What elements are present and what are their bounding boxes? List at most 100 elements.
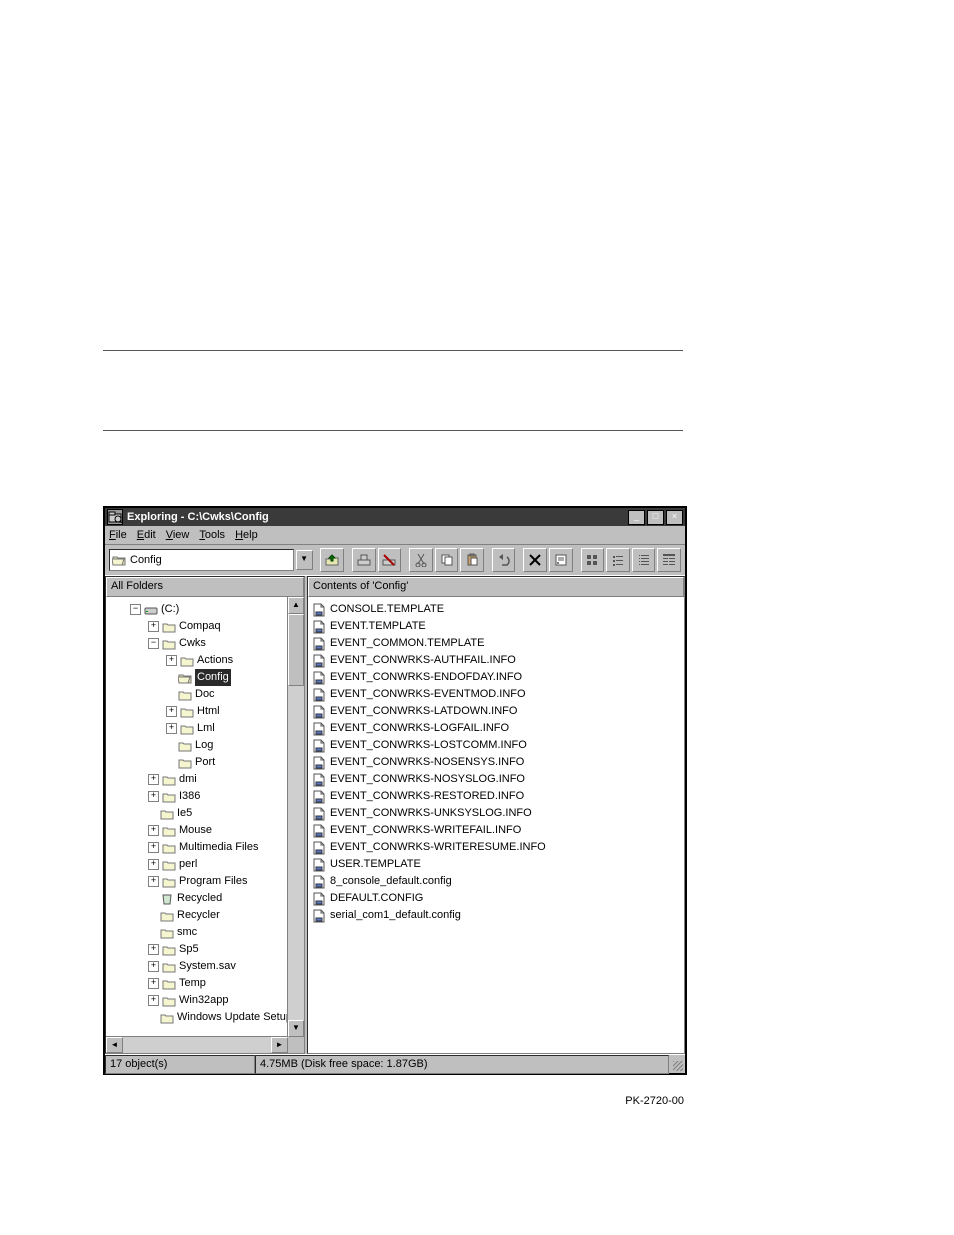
tree-node[interactable]: +Sp5: [110, 941, 302, 958]
file-item[interactable]: EVENT_COMMON.TEMPLATE: [312, 635, 680, 652]
file-item[interactable]: EVENT_CONWRKS-WRITERESUME.INFO: [312, 839, 680, 856]
tree-node[interactable]: Doc: [110, 686, 302, 703]
file-item[interactable]: EVENT_CONWRKS-EVENTMOD.INFO: [312, 686, 680, 703]
collapse-icon[interactable]: −: [130, 604, 141, 615]
large-icons-button[interactable]: [581, 548, 605, 572]
expand-icon[interactable]: +: [148, 961, 159, 972]
address-combo[interactable]: Config: [109, 549, 294, 571]
expand-icon[interactable]: +: [148, 774, 159, 785]
list-view-button[interactable]: [632, 548, 656, 572]
folder-tree[interactable]: − (C:) +Compaq −Cwks + Actions Config Doc…: [106, 597, 304, 1030]
tree-node[interactable]: +System.sav: [110, 958, 302, 975]
file-item[interactable]: serial_com1_default.config: [312, 907, 680, 924]
paste-button[interactable]: [460, 548, 484, 572]
expand-icon[interactable]: +: [148, 859, 159, 870]
menu-tools[interactable]: Tools: [199, 529, 225, 541]
disconnect-drive-button[interactable]: [378, 548, 402, 572]
file-item[interactable]: EVENT_CONWRKS-LOGFAIL.INFO: [312, 720, 680, 737]
tree-node[interactable]: +Multimedia Files: [110, 839, 302, 856]
delete-button[interactable]: [523, 548, 547, 572]
file-item[interactable]: EVENT.TEMPLATE: [312, 618, 680, 635]
tree-node[interactable]: +dmi: [110, 771, 302, 788]
expand-icon[interactable]: +: [148, 842, 159, 853]
resize-grip[interactable]: [669, 1055, 685, 1073]
file-item[interactable]: EVENT_CONWRKS-LATDOWN.INFO: [312, 703, 680, 720]
tree-node[interactable]: +perl: [110, 856, 302, 873]
tree-node[interactable]: +Temp: [110, 975, 302, 992]
tree-node[interactable]: + Actions: [110, 652, 302, 669]
expand-icon[interactable]: +: [148, 944, 159, 955]
folder-icon: [162, 842, 176, 854]
tree-node[interactable]: +Html: [110, 703, 302, 720]
tree-node[interactable]: +Compaq: [110, 618, 302, 635]
tree-node-c-drive[interactable]: − (C:): [110, 601, 302, 618]
tree-node[interactable]: Recycled: [110, 890, 302, 907]
file-item[interactable]: EVENT_CONWRKS-WRITEFAIL.INFO: [312, 822, 680, 839]
scroll-track[interactable]: [123, 1037, 271, 1053]
file-list[interactable]: CONSOLE.TEMPLATEEVENT.TEMPLATEEVENT_COMM…: [308, 597, 684, 928]
file-item[interactable]: EVENT_CONWRKS-ENDOFDAY.INFO: [312, 669, 680, 686]
properties-button[interactable]: [549, 548, 573, 572]
file-name: EVENT.TEMPLATE: [330, 618, 426, 635]
expand-icon[interactable]: +: [148, 995, 159, 1006]
tree-node-selected[interactable]: Config: [110, 669, 302, 686]
expand-icon[interactable]: +: [148, 791, 159, 802]
file-item[interactable]: USER.TEMPLATE: [312, 856, 680, 873]
file-item[interactable]: EVENT_CONWRKS-NOSYSLOG.INFO: [312, 771, 680, 788]
scroll-down-button[interactable]: ▼: [288, 1020, 304, 1037]
expand-icon[interactable]: +: [148, 876, 159, 887]
file-item[interactable]: EVENT_CONWRKS-LOSTCOMM.INFO: [312, 737, 680, 754]
up-button[interactable]: [320, 548, 344, 572]
tree-node[interactable]: Recycler: [110, 907, 302, 924]
file-item[interactable]: EVENT_CONWRKS-RESTORED.INFO: [312, 788, 680, 805]
tree-hscrollbar[interactable]: ◄ ►: [106, 1036, 288, 1053]
collapse-icon[interactable]: −: [148, 638, 159, 649]
copy-button[interactable]: [435, 548, 459, 572]
file-item[interactable]: EVENT_CONWRKS-NOSENSYS.INFO: [312, 754, 680, 771]
tree-node[interactable]: +Win32app: [110, 992, 302, 1009]
tree-node[interactable]: smc: [110, 924, 302, 941]
file-item[interactable]: CONSOLE.TEMPLATE: [312, 601, 680, 618]
tree-node[interactable]: Port: [110, 754, 302, 771]
tree-node[interactable]: Windows Update Setup: [110, 1009, 302, 1026]
tree-vscrollbar[interactable]: ▲ ▼: [287, 597, 304, 1037]
file-item[interactable]: 8_console_default.config: [312, 873, 680, 890]
scroll-right-button[interactable]: ►: [271, 1037, 288, 1053]
titlebar[interactable]: Exploring - C:\Cwks\Config _ □ ×: [105, 508, 685, 526]
small-icons-button[interactable]: [606, 548, 630, 572]
tree-node[interactable]: +Program Files: [110, 873, 302, 890]
tree-node[interactable]: −Cwks: [110, 635, 302, 652]
scroll-thumb[interactable]: [288, 614, 304, 686]
file-item[interactable]: DEFAULT.CONFIG: [312, 890, 680, 907]
address-dropdown-button[interactable]: ▼: [296, 550, 313, 570]
expand-icon[interactable]: +: [166, 706, 177, 717]
file-item[interactable]: EVENT_CONWRKS-UNKSYSLOG.INFO: [312, 805, 680, 822]
tree-node[interactable]: +Lml: [110, 720, 302, 737]
tree-node[interactable]: Log: [110, 737, 302, 754]
expand-icon[interactable]: +: [166, 723, 177, 734]
undo-button[interactable]: [492, 548, 516, 572]
expand-icon[interactable]: +: [148, 978, 159, 989]
tree-node[interactable]: Ie5: [110, 805, 302, 822]
details-view-button[interactable]: [657, 548, 681, 572]
expand-icon[interactable]: +: [166, 655, 177, 666]
file-item[interactable]: EVENT_CONWRKS-AUTHFAIL.INFO: [312, 652, 680, 669]
scroll-track[interactable]: [288, 614, 304, 1020]
menu-view[interactable]: View: [166, 529, 190, 541]
expand-icon[interactable]: +: [148, 621, 159, 632]
maximize-button[interactable]: □: [647, 510, 664, 525]
folder-open-icon: [178, 672, 192, 684]
scroll-left-button[interactable]: ◄: [106, 1037, 123, 1053]
expand-icon[interactable]: +: [148, 825, 159, 836]
map-drive-button[interactable]: [352, 548, 376, 572]
minimize-button[interactable]: _: [628, 510, 645, 525]
menu-edit[interactable]: Edit: [137, 529, 156, 541]
tree-label: Actions: [197, 652, 233, 669]
menu-file[interactable]: File: [109, 529, 127, 541]
scroll-up-button[interactable]: ▲: [288, 597, 304, 614]
menu-help[interactable]: Help: [235, 529, 258, 541]
tree-node[interactable]: +I386: [110, 788, 302, 805]
cut-button[interactable]: [409, 548, 433, 572]
close-button[interactable]: ×: [666, 510, 683, 525]
tree-node[interactable]: +Mouse: [110, 822, 302, 839]
